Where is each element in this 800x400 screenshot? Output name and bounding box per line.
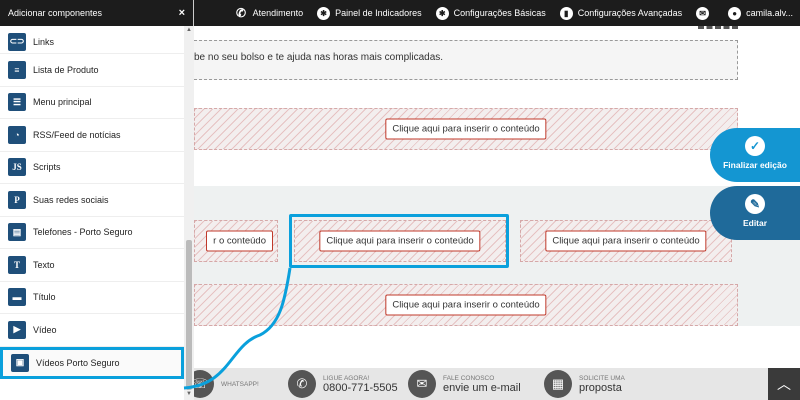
drawer-title: Adicionar componentes [8, 8, 103, 18]
finish-label: Finalizar edição [723, 160, 787, 170]
component-label: Links [33, 36, 55, 47]
pencil-icon: ✎ [745, 194, 765, 214]
footer-quote[interactable]: ▦ SOLICITE UMA proposta [544, 368, 625, 400]
scroll-up-icon[interactable]: ▲ [185, 27, 193, 35]
component-label: Menu principal [33, 97, 92, 108]
nav-user[interactable]: ● camila.alv... [721, 0, 800, 26]
component-label: Telefones - Porto Seguro [33, 227, 133, 238]
social-icon: P [8, 190, 26, 209]
drawer-scrollbar[interactable]: ▲ ▼ [184, 26, 194, 400]
phone-icon: ✆ [288, 370, 316, 398]
nav-configuracoes-avancadas[interactable]: ▮ Configurações Avançadas [553, 0, 689, 26]
text-icon: T [8, 255, 26, 274]
footer-small: WHATSAPP! [221, 380, 259, 388]
footer-small: SOLICITE UMA [579, 374, 625, 382]
content-slot-4[interactable]: Clique aqui para inserir o conteúdo [520, 220, 732, 262]
footer-call[interactable]: ✆ LIGUE AGORA! 0800-771-5505 [288, 368, 398, 400]
back-to-top-button[interactable]: ︿ [768, 368, 800, 400]
chevron-up-icon: ︿ [777, 376, 791, 392]
component-label: RSS/Feed de notícias [33, 129, 121, 140]
gear-icon: ✱ [435, 6, 449, 20]
drawer-header: Adicionar componentes × [0, 0, 193, 26]
footer-small: LIGUE AGORA! [323, 374, 370, 382]
title-icon: ▬ [8, 288, 26, 307]
insert-content-button[interactable]: Clique aqui para inserir o conteúdo [385, 118, 547, 140]
edit-button[interactable]: ✎ Editar [710, 186, 800, 240]
nav-configuracoes-basicas[interactable]: ✱ Configurações Básicas [429, 0, 553, 26]
component-item[interactable]: P Suas redes sociais [0, 184, 184, 217]
component-label: Suas redes sociais [33, 194, 109, 205]
script-icon: JS [8, 158, 26, 177]
scroll-thumb[interactable] [186, 240, 192, 390]
nav-atendimento[interactable]: ✆ Atendimento [228, 0, 311, 26]
finish-editing-button[interactable]: ✓ Finalizar edição [710, 128, 800, 182]
top-nav: ✆ Atendimento ✱ Painel de Indicadores ✱ … [228, 0, 800, 26]
link-icon: ⊂⊃ [8, 32, 26, 51]
component-list: ⊂⊃ Links ≡ Lista de Produto ☰ Menu principal ◔… [0, 26, 184, 400]
component-item[interactable]: T Texto [0, 249, 184, 282]
add-components-drawer: Adicionar componentes × ⊂⊃ Links ≡ Lista de… [0, 0, 194, 400]
component-label: Lista de Produto [33, 64, 99, 75]
component-item[interactable]: ⊂⊃ Links [0, 30, 184, 54]
nav-label: Configurações Básicas [453, 8, 546, 18]
insert-content-button[interactable]: Clique aqui para inserir o conteúdo [385, 294, 547, 316]
content-slot-1[interactable]: Clique aqui para inserir o conteúdo [194, 108, 738, 150]
check-icon: ✓ [745, 136, 765, 156]
component-item[interactable]: ▬ Título [0, 282, 184, 314]
highlight-box [289, 214, 509, 268]
nav-painel-indicadores[interactable]: ✱ Painel de Indicadores [310, 0, 429, 26]
phone-icon: ✆ [236, 6, 247, 20]
component-label: Título [33, 292, 56, 303]
component-item[interactable]: ▤ Telefones - Porto Seguro [0, 217, 184, 249]
site-footer: ☏ WHATSAPP! ✆ LIGUE AGORA! 0800-771-5505… [186, 368, 800, 400]
drag-handle[interactable] [698, 26, 738, 29]
content-slot-2[interactable]: r o conteúdo [194, 220, 278, 262]
component-item[interactable]: ▶ Vídeo [0, 314, 184, 347]
insert-content-button[interactable]: Clique aqui para inserir o conteúdo [545, 230, 707, 252]
footer-phone: 0800-771-5505 [323, 381, 398, 394]
footer-whatsapp[interactable]: ☏ WHATSAPP! [186, 368, 259, 400]
content-slot-5[interactable]: Clique aqui para inserir o conteúdo [194, 284, 738, 326]
component-item[interactable]: ▣ Vídeos Porto Seguro [0, 346, 184, 379]
rss-icon: ◔ [8, 125, 26, 144]
footer-email: envie um e-mail [443, 381, 521, 394]
component-label: Vídeos Porto Seguro [36, 357, 120, 368]
mail-icon: ✉ [696, 6, 710, 20]
scroll-down-icon[interactable]: ▼ [185, 391, 193, 399]
edit-label: Editar [742, 218, 768, 228]
component-label: Vídeo [33, 324, 57, 335]
insert-content-button[interactable]: r o conteúdo [206, 230, 273, 252]
component-item[interactable]: ☰ Menu principal [0, 87, 184, 119]
component-item[interactable]: ◔ RSS/Feed de notícias [0, 119, 184, 152]
user-name: camila.alv... [746, 8, 793, 18]
phone-list-icon: ▤ [8, 223, 26, 242]
component-label: Texto [33, 259, 55, 270]
video-icon: ▶ [8, 320, 26, 339]
component-label: Scripts [33, 162, 61, 173]
component-item[interactable]: ≡ Lista de Produto [0, 54, 184, 87]
text-component[interactable]: be no seu bolso e te ajuda nas horas mai… [194, 40, 738, 80]
nav-label: Configurações Avançadas [577, 8, 683, 18]
mail-icon: ✉ [408, 370, 436, 398]
close-icon[interactable]: × [179, 7, 185, 19]
page-editor-canvas: be no seu bolso e te ajuda nas horas mai… [194, 26, 800, 368]
gear-icon: ✱ [317, 6, 331, 20]
nav-label: Painel de Indicadores [335, 8, 422, 18]
user-icon: ● [728, 6, 742, 20]
footer-small: FALE CONOSCO [443, 374, 495, 382]
calculator-icon: ▦ [544, 370, 572, 398]
nav-messages[interactable]: ✉ [689, 0, 721, 26]
footer-contact[interactable]: ✉ FALE CONOSCO envie um e-mail [408, 368, 521, 400]
text-snippet: be no seu bolso e te ajuda nas horas mai… [194, 52, 444, 63]
document-icon: ▮ [559, 6, 573, 20]
video-porto-icon: ▣ [11, 353, 29, 372]
component-item[interactable]: JS Scripts [0, 152, 184, 184]
footer-proposal: proposta [579, 381, 622, 394]
nav-label: Atendimento [252, 8, 304, 18]
list-icon: ≡ [8, 60, 26, 79]
menu-icon: ☰ [8, 93, 26, 112]
